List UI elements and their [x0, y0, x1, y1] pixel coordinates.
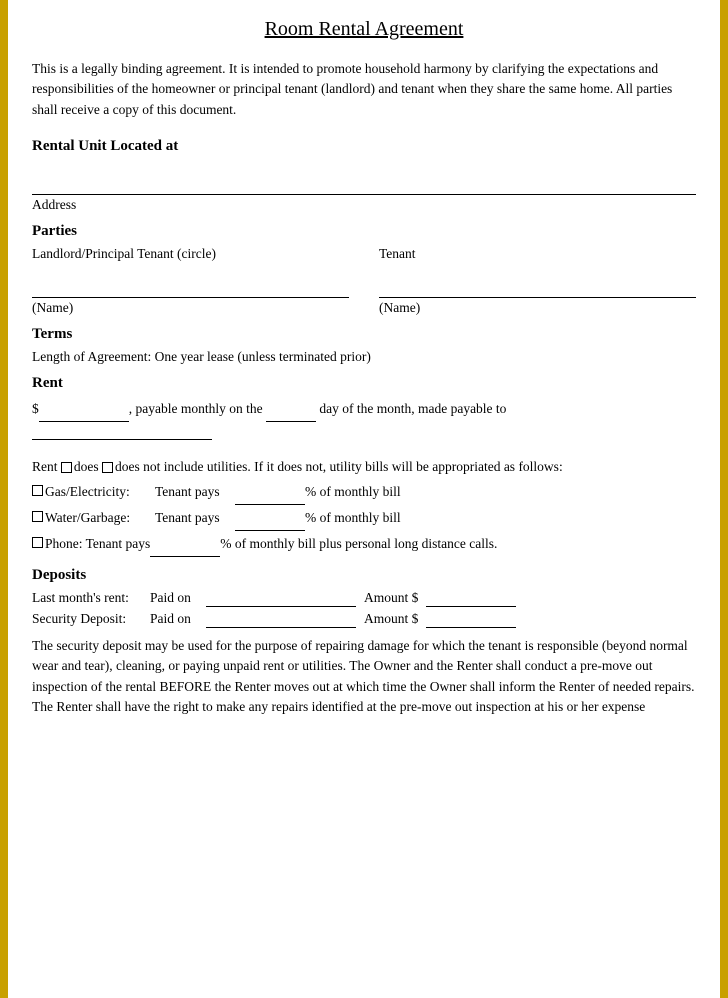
- utilities-text: Rent does does not include utilities. If…: [32, 456, 696, 478]
- water-pays-label: Tenant pays: [155, 507, 235, 530]
- does-checkbox: [61, 462, 72, 473]
- phone-checkbox: [32, 537, 43, 548]
- parties-heading: Parties: [32, 223, 696, 240]
- phone-pct-suffix: % of monthly bill plus personal long dis…: [220, 533, 497, 556]
- water-pct-suffix: % of monthly bill: [305, 507, 401, 530]
- gas-label: Gas/Electricity:: [45, 481, 155, 504]
- phone-item: Phone: Tenant pays % of monthly bill plu…: [32, 533, 696, 557]
- landlord-name-line: [32, 280, 349, 298]
- water-checkbox: [32, 511, 43, 522]
- last-month-paid-label: Paid on: [150, 590, 198, 606]
- rental-unit-heading: Rental Unit Located at: [32, 138, 696, 155]
- landlord-name-label: (Name): [32, 300, 349, 316]
- gas-checkbox: [32, 485, 43, 496]
- parties-section: Parties Landlord/Principal Tenant (circl…: [32, 223, 696, 316]
- day-field: [266, 398, 316, 422]
- payable-monthly-text: , payable monthly on the: [129, 401, 266, 416]
- security-deposit-paid-label: Paid on: [150, 611, 198, 627]
- utilities-list: Gas/Electricity: Tenant pays % of monthl…: [32, 481, 696, 557]
- security-deposit-amount-field: [426, 611, 516, 628]
- day-of-month-text: day of the month, made payable to: [316, 401, 506, 416]
- payable-to-field: [32, 424, 212, 440]
- tenant-col-label: Tenant: [379, 246, 696, 262]
- rent-section: Rent $ , payable monthly on the day of t…: [32, 375, 696, 557]
- right-border: [720, 0, 728, 998]
- rent-line1: $ , payable monthly on the day of the mo…: [32, 398, 696, 422]
- rent-amount-field: [39, 398, 129, 422]
- gas-pct-field: [235, 481, 305, 505]
- last-month-amount-field: [426, 590, 516, 607]
- security-deposit-amount-label: Amount $: [364, 611, 418, 627]
- address-label: Address: [32, 197, 696, 213]
- landlord-col-label: Landlord/Principal Tenant (circle): [32, 246, 349, 262]
- name-lines-row: [32, 280, 696, 298]
- left-border: [0, 0, 8, 998]
- deposits-heading: Deposits: [32, 567, 696, 584]
- security-deposit-text: The security deposit may be used for the…: [32, 636, 696, 717]
- gas-pays-label: Tenant pays: [155, 481, 235, 504]
- water-pct-field: [235, 507, 305, 531]
- water-label: Water/Garbage:: [45, 507, 155, 530]
- rent-heading: Rent: [32, 375, 696, 392]
- gas-pct-suffix: % of monthly bill: [305, 481, 401, 504]
- gas-electricity-item: Gas/Electricity: Tenant pays % of monthl…: [32, 481, 696, 505]
- name-labels-row: (Name) (Name): [32, 300, 696, 316]
- terms-heading: Terms: [32, 326, 696, 343]
- tenant-name-line: [379, 280, 696, 298]
- deposits-section: Deposits Last month's rent: Paid on Amou…: [32, 567, 696, 717]
- phone-pct-field: [150, 533, 220, 557]
- does-not-checkbox: [102, 462, 113, 473]
- last-month-label: Last month's rent:: [32, 590, 142, 606]
- water-garbage-item: Water/Garbage: Tenant pays % of monthly …: [32, 507, 696, 531]
- rent-content: $ , payable monthly on the day of the mo…: [32, 398, 696, 557]
- document-title: Room Rental Agreement: [32, 18, 696, 41]
- last-month-amount-label: Amount $: [364, 590, 418, 606]
- document-content: Room Rental Agreement This is a legally …: [8, 0, 720, 998]
- parties-labels-row: Landlord/Principal Tenant (circle) Tenan…: [32, 246, 696, 262]
- phone-label: Phone: Tenant pays: [45, 533, 150, 556]
- tenant-name-label: (Name): [379, 300, 696, 316]
- dollar-sign: $: [32, 401, 39, 416]
- security-deposit-row: Security Deposit: Paid on Amount $: [32, 611, 696, 628]
- terms-section: Terms Length of Agreement: One year leas…: [32, 326, 696, 365]
- rental-unit-section: Rental Unit Located at Address: [32, 138, 696, 213]
- deposits-content: Last month's rent: Paid on Amount $ Secu…: [32, 590, 696, 717]
- terms-length-text: Length of Agreement: One year lease (unl…: [32, 349, 696, 365]
- security-deposit-date-field: [206, 611, 356, 628]
- last-month-rent-row: Last month's rent: Paid on Amount $: [32, 590, 696, 607]
- security-deposit-label: Security Deposit:: [32, 611, 142, 627]
- intro-paragraph: This is a legally binding agreement. It …: [32, 59, 696, 120]
- address-line-field: [32, 173, 696, 195]
- payable-to-line: [32, 424, 696, 448]
- last-month-date-field: [206, 590, 356, 607]
